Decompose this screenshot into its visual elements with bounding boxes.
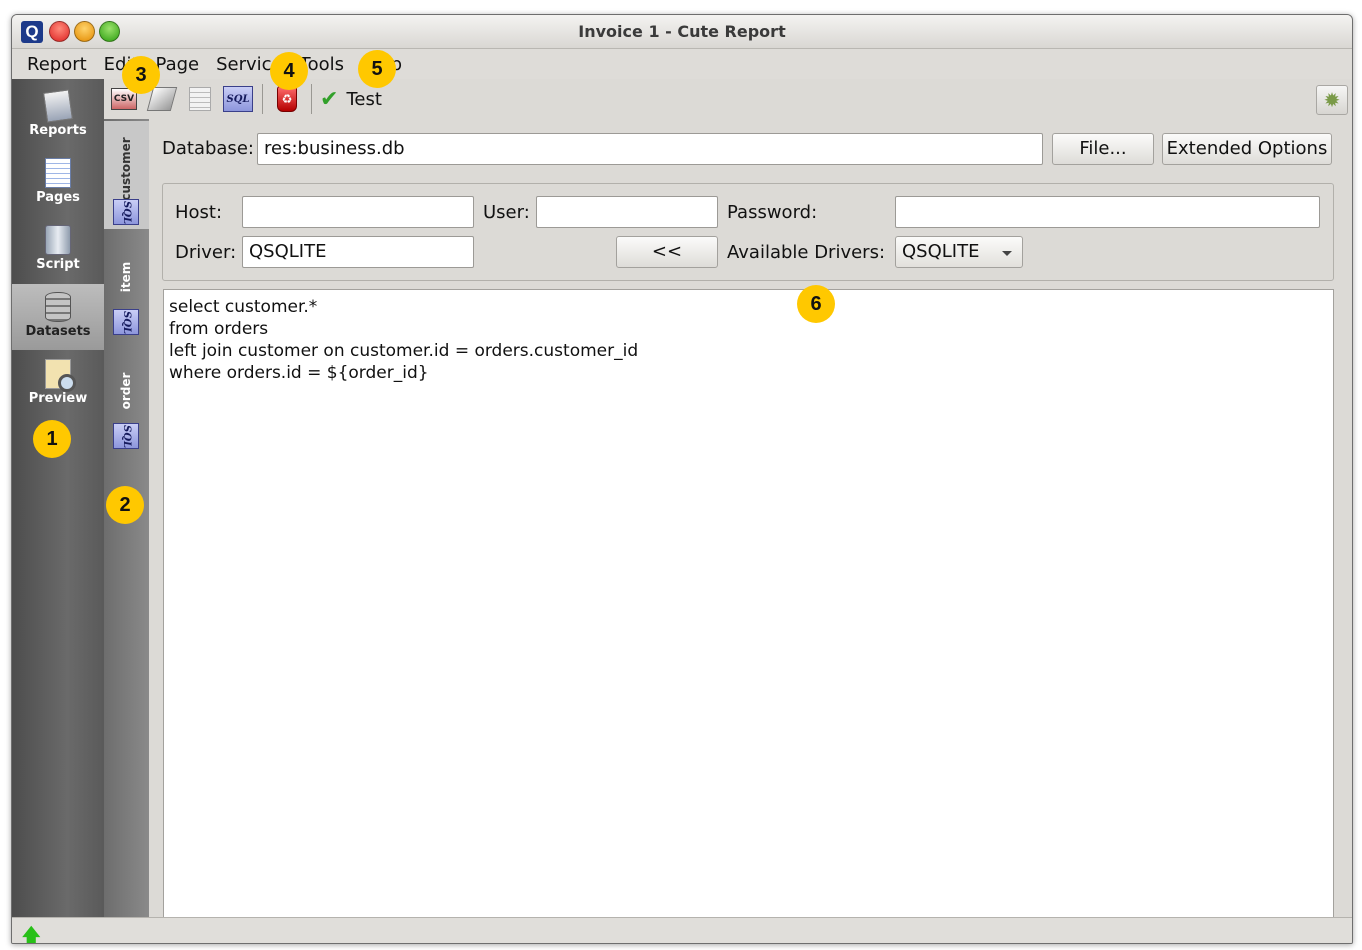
- mode-label: Script: [36, 257, 80, 272]
- mode-label: Pages: [36, 190, 80, 205]
- gear-icon: ✹: [1323, 88, 1341, 112]
- sql-dataset-icon: SQL: [113, 309, 139, 335]
- menu-page[interactable]: Page: [156, 54, 200, 75]
- callout-badge: 5: [358, 50, 396, 88]
- query-line: select customer.*: [169, 297, 318, 317]
- menu-bar: Report Edit Page Service Tools Help: [12, 49, 1352, 79]
- password-input[interactable]: [895, 196, 1320, 228]
- callout-badge: 4: [270, 52, 308, 90]
- sql-query-editor[interactable]: select customer.* from orders left join …: [163, 289, 1334, 921]
- table-icon: [189, 87, 211, 111]
- mode-datasets[interactable]: Datasets: [12, 284, 104, 350]
- script-icon: [45, 225, 71, 255]
- test-button[interactable]: ✔ Test: [320, 87, 382, 112]
- mode-preview[interactable]: Preview: [12, 351, 104, 417]
- query-line: where orders.id = ${order_id}: [169, 363, 429, 383]
- sql-icon: SQL: [223, 86, 253, 112]
- mode-label: Reports: [29, 123, 87, 138]
- callout-badge: 1: [33, 420, 71, 458]
- mode-label: Preview: [28, 391, 88, 406]
- query-line: left join customer on customer.id = orde…: [169, 341, 639, 361]
- mode-sidebar: Reports Pages Script Datasets Preview: [12, 79, 104, 917]
- available-drivers-value: QSQLITE: [902, 241, 980, 262]
- dataset-tab-order[interactable]: order SQL: [104, 347, 149, 455]
- driver-input[interactable]: QSQLITE: [242, 236, 474, 268]
- chevron-down-icon: [1002, 251, 1012, 256]
- driver-label: Driver:: [175, 242, 237, 263]
- dataset-tab-label: item: [119, 261, 133, 293]
- status-bar: 🡅: [12, 917, 1352, 943]
- password-label: Password:: [727, 202, 818, 223]
- dataset-tab-customer[interactable]: customer SQL: [104, 121, 149, 229]
- datasets-icon: [45, 292, 71, 322]
- test-button-label: Test: [346, 88, 382, 110]
- title-bar: Q Invoice 1 - Cute Report: [12, 15, 1352, 49]
- mode-reports[interactable]: Reports: [12, 83, 104, 149]
- available-drivers-label: Available Drivers:: [727, 242, 886, 263]
- user-label: User:: [483, 202, 530, 223]
- check-icon: ✔: [320, 86, 339, 112]
- preview-icon: [45, 359, 76, 392]
- host-input[interactable]: [242, 196, 474, 228]
- callout-badge: 6: [797, 285, 835, 323]
- sql-dataset-icon: SQL: [113, 423, 139, 449]
- callout-badge: 2: [106, 486, 144, 524]
- mode-script[interactable]: Script: [12, 217, 104, 283]
- dataset-tab-item[interactable]: item SQL: [104, 233, 149, 341]
- pages-icon: [45, 158, 71, 188]
- query-line: from orders: [169, 319, 269, 339]
- reports-icon: [43, 89, 73, 123]
- callout-badge: 3: [122, 56, 160, 94]
- host-label: Host:: [175, 202, 223, 223]
- dataset-editor-panel: Database: res:business.db File... Extend…: [149, 119, 1352, 921]
- menu-report[interactable]: Report: [27, 54, 87, 75]
- copy-driver-button[interactable]: <<: [616, 236, 718, 268]
- file-button[interactable]: File...: [1052, 133, 1154, 165]
- dataset-tab-label: order: [119, 372, 133, 410]
- toolbar-separator: [262, 84, 263, 114]
- add-model-dataset-button[interactable]: [184, 83, 216, 115]
- mode-pages[interactable]: Pages: [12, 150, 104, 216]
- add-sql-dataset-button[interactable]: SQL: [222, 83, 254, 115]
- extended-options-button[interactable]: Extended Options: [1162, 133, 1332, 165]
- dataset-tab-label: customer: [119, 137, 133, 201]
- app-window: Q Invoice 1 - Cute Report Report Edit Pa…: [11, 14, 1353, 944]
- up-arrow-icon[interactable]: 🡅: [22, 923, 41, 943]
- database-label: Database:: [162, 138, 254, 159]
- settings-button[interactable]: ✹: [1316, 85, 1348, 115]
- user-input[interactable]: [536, 196, 718, 228]
- sql-dataset-icon: SQL: [113, 199, 139, 225]
- database-input[interactable]: res:business.db: [257, 133, 1043, 165]
- mode-label: Datasets: [25, 324, 91, 339]
- toolbar-separator: [311, 84, 312, 114]
- window-title: Invoice 1 - Cute Report: [578, 22, 786, 41]
- available-drivers-select[interactable]: QSQLITE: [895, 236, 1023, 268]
